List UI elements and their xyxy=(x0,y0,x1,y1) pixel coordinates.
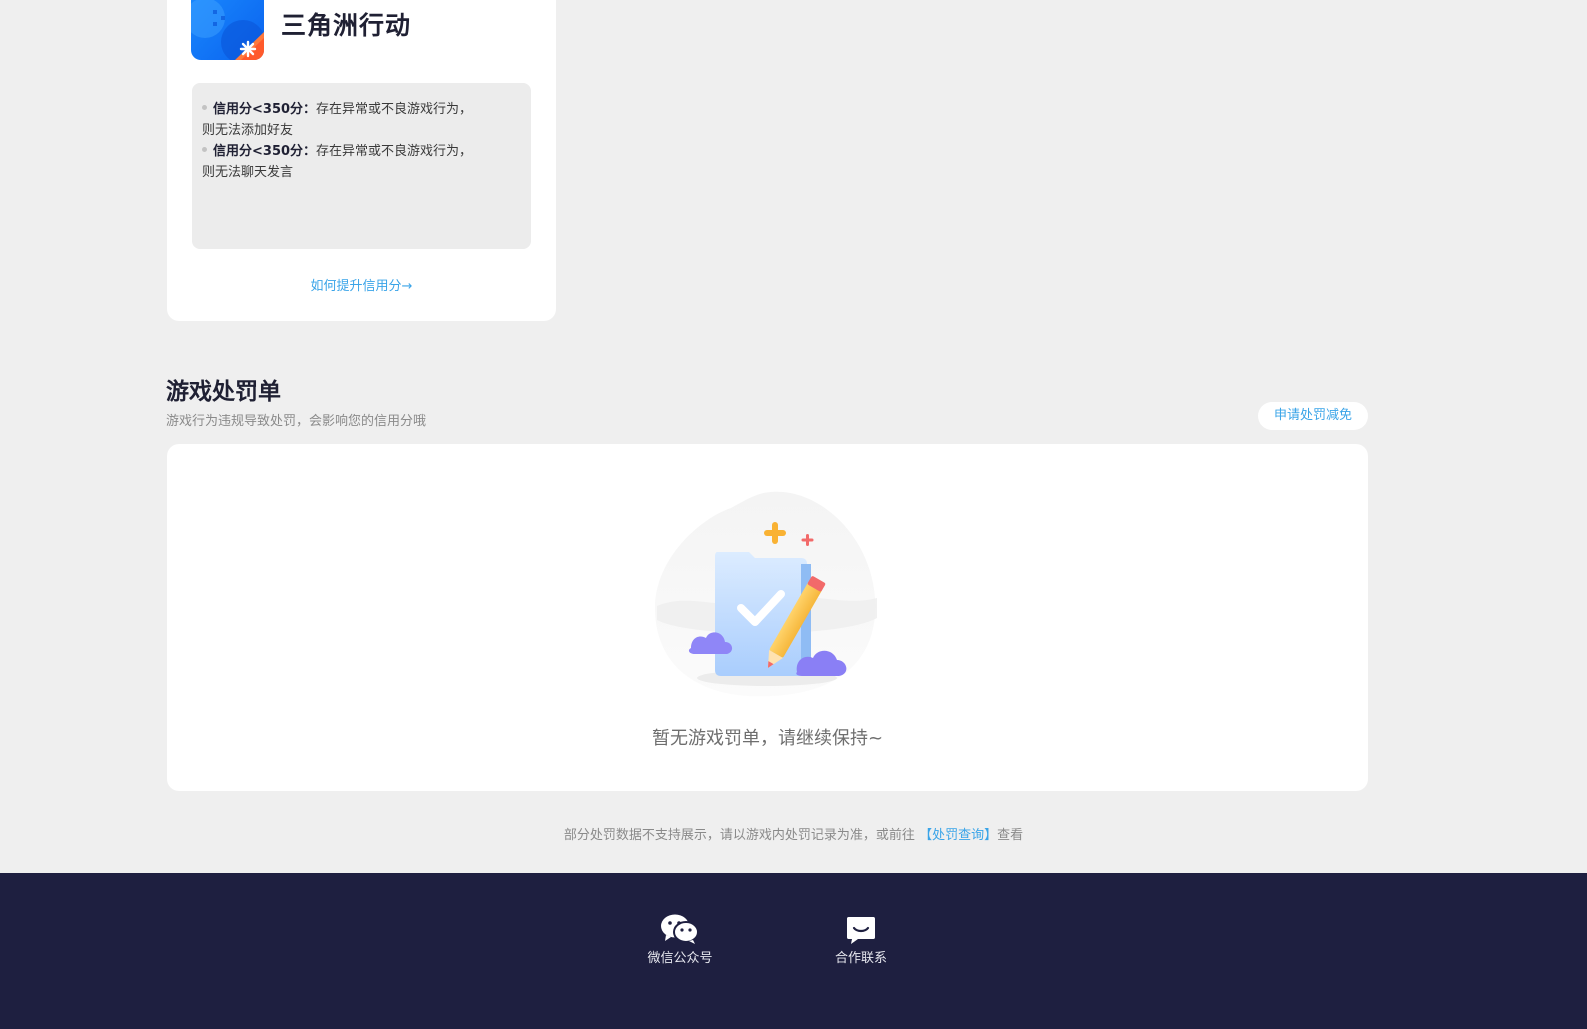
apply-penalty-reduction-button[interactable]: 申请处罚减免 xyxy=(1258,402,1368,430)
rule-text: 存在异常或不良游戏行为， xyxy=(316,144,473,159)
penalty-list-card: 暂无游戏罚单，请继续保持~ xyxy=(167,444,1368,791)
footer-wechat-label: 微信公众号 xyxy=(647,951,713,966)
credit-rule-item: 信用分<350分：存在异常或不良游戏行为， 则无法添加好友 xyxy=(202,99,521,141)
rule-label: 信用分<350分： xyxy=(213,144,317,159)
footer-wechat-link[interactable]: 微信公众号 xyxy=(620,913,740,966)
credit-rule-item: 信用分<350分：存在异常或不良游戏行为， 则无法聊天发言 xyxy=(202,141,521,183)
rule-label: 信用分<350分： xyxy=(213,102,317,117)
rule-text: 则无法聊天发言 xyxy=(202,165,294,180)
penalty-section-subtitle: 游戏行为违规导致处罚，会影响您的信用分哦 xyxy=(166,414,427,429)
bullet-dot-icon xyxy=(202,147,207,152)
penalty-section-title: 游戏处罚单 xyxy=(166,379,281,405)
rule-text: 则无法添加好友 xyxy=(202,123,294,138)
credit-rules-box: 信用分<350分：存在异常或不良游戏行为， 则无法添加好友 信用分<350分：存… xyxy=(192,83,531,249)
notice-prefix: 部分处罚数据不支持展示，请以游戏内处罚记录为准，或前往 xyxy=(563,828,915,843)
empty-state-text: 暂无游戏罚单，请继续保持~ xyxy=(651,728,884,749)
improve-credit-link[interactable]: 如何提升信用分→ xyxy=(167,275,556,294)
bullet-dot-icon xyxy=(202,105,207,110)
chat-bubble-icon xyxy=(801,913,921,945)
footer-contact-label: 合作联系 xyxy=(834,951,887,966)
game-name: 三角洲行动 xyxy=(281,11,412,40)
footer-contact-link[interactable]: 合作联系 xyxy=(801,913,921,966)
empty-state-illustration-icon xyxy=(651,488,883,710)
game-credit-card: 三角洲行动 信用分<350分：存在异常或不良游戏行为， 则无法添加好友 信用分<… xyxy=(167,0,556,321)
game-logo-icon xyxy=(191,0,264,60)
site-footer: 微信公众号 合作联系 xyxy=(0,873,1587,1029)
rule-text: 存在异常或不良游戏行为， xyxy=(316,102,473,117)
penalty-notice: 部分处罚数据不支持展示，请以游戏内处罚记录为准，或前往 【处罚查询】查看 xyxy=(0,824,1587,843)
notice-suffix: 查看 xyxy=(997,828,1024,843)
wechat-icon xyxy=(620,913,740,945)
penalty-query-link[interactable]: 【处罚查询】 xyxy=(919,828,997,843)
